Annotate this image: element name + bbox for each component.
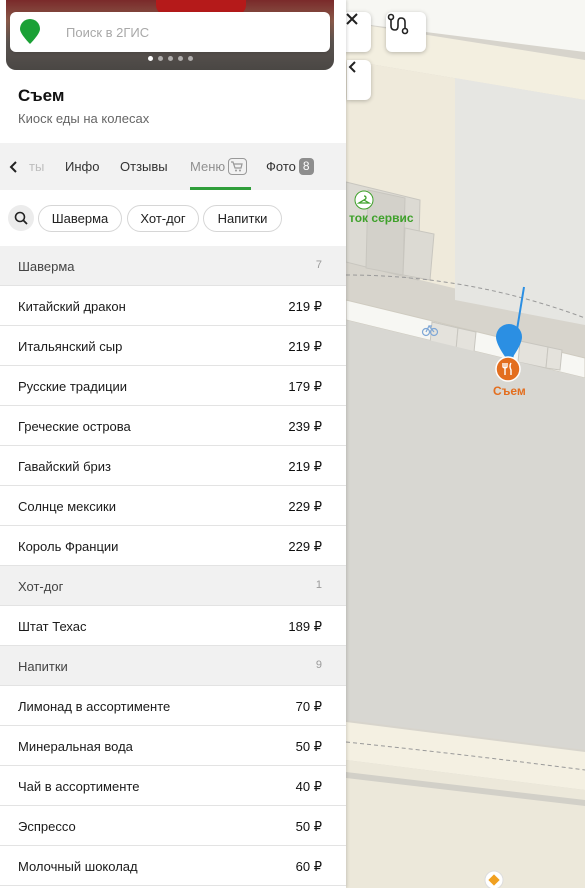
- search-input[interactable]: Поиск в 2ГИС: [50, 25, 149, 40]
- menu-item[interactable]: Гавайский бриз 219 ₽: [0, 446, 346, 486]
- menu-section-header[interactable]: Хот-дог 1: [0, 566, 346, 606]
- section-count: 7: [315, 259, 322, 271]
- route-button[interactable]: [386, 12, 426, 52]
- menu-item[interactable]: Штат Техас 189 ₽: [0, 606, 346, 646]
- item-price: 239 ₽: [288, 419, 322, 434]
- route-icon: [387, 13, 409, 35]
- menu-item[interactable]: Солнце мексики 229 ₽: [0, 486, 346, 526]
- tab-photo[interactable]: Фото 8: [266, 143, 314, 190]
- gallery-dot[interactable]: [167, 56, 173, 61]
- photo-count-badge: 8: [298, 158, 314, 176]
- gallery-dot[interactable]: [157, 56, 163, 61]
- tab-bar: ты Инфо Отзывы Меню Фото 8: [0, 143, 346, 190]
- item-name: Молочный шоколад: [18, 859, 138, 874]
- item-price: 229 ₽: [288, 539, 322, 554]
- tab-menu-label: Меню: [190, 159, 226, 174]
- section-count: 1: [315, 579, 322, 591]
- tab-hidden[interactable]: ты: [29, 143, 44, 190]
- item-name: Лимонад в ассортименте: [18, 699, 171, 714]
- item-price: 189 ₽: [288, 619, 322, 634]
- close-icon: [346, 13, 358, 25]
- item-price: 50 ₽: [295, 819, 322, 834]
- section-title: Хот-дог: [18, 579, 64, 594]
- menu-item[interactable]: Король Франции 229 ₽: [0, 526, 346, 566]
- map-label-service[interactable]: ток сервис: [349, 211, 414, 225]
- section-title: Шаверма: [18, 259, 75, 274]
- tab-photo-label: Фото: [266, 159, 296, 174]
- item-name: Русские традиции: [18, 379, 128, 394]
- search-icon: [14, 211, 28, 225]
- item-name: Солнце мексики: [18, 499, 116, 514]
- chip-drinks[interactable]: Напитки: [203, 205, 282, 232]
- tabs-scroll-left[interactable]: [8, 143, 22, 190]
- tab-info[interactable]: Инфо: [65, 143, 99, 190]
- item-price: 229 ₽: [288, 499, 322, 514]
- place-card-panel: Поиск в 2ГИС Съем Киоск еды на колесах т…: [0, 0, 346, 888]
- close-button[interactable]: [345, 12, 371, 52]
- item-name: Греческие острова: [18, 419, 131, 434]
- menu-search-button[interactable]: [8, 205, 34, 231]
- menu-item[interactable]: Итальянский сыр 219 ₽: [0, 326, 346, 366]
- item-price: 219 ₽: [288, 299, 322, 314]
- menu-item[interactable]: Русские традиции 179 ₽: [0, 366, 346, 406]
- menu-item[interactable]: Лимонад в ассортименте 70 ₽: [0, 686, 346, 726]
- item-price: 219 ₽: [288, 339, 322, 354]
- gallery-dot[interactable]: [177, 56, 183, 61]
- bicycle-icon: [421, 324, 439, 337]
- chip-hotdog[interactable]: Хот-дог: [127, 205, 199, 232]
- fork-knife-icon[interactable]: [495, 356, 521, 382]
- search-bar[interactable]: Поиск в 2ГИС: [10, 12, 330, 52]
- collapse-panel-button[interactable]: [347, 60, 371, 100]
- menu-list: Шаверма 7 Китайский дракон 219 ₽ Итальянс…: [0, 246, 346, 886]
- item-name: Эспрессо: [18, 819, 76, 834]
- section-title: Напитки: [18, 659, 68, 674]
- section-count: 9: [315, 659, 322, 671]
- item-name: Чай в ассортименте: [18, 779, 140, 794]
- item-name: Итальянский сыр: [18, 339, 123, 354]
- 2gis-logo-icon: [20, 19, 40, 44]
- map-poi-label[interactable]: Съем: [493, 384, 526, 398]
- item-price: 179 ₽: [288, 379, 322, 394]
- menu-item[interactable]: Эспрессо 50 ₽: [0, 806, 346, 846]
- menu-section-header[interactable]: Напитки 9: [0, 646, 346, 686]
- menu-filter-chips: Шаверма Хот-дог Напитки: [0, 190, 346, 246]
- item-name: Король Франции: [18, 539, 119, 554]
- place-category: Киоск еды на колесах: [18, 111, 150, 126]
- tab-reviews[interactable]: Отзывы: [120, 143, 168, 190]
- gallery-dot[interactable]: [187, 56, 193, 61]
- item-price: 70 ₽: [295, 699, 322, 714]
- menu-item[interactable]: Минеральная вода 50 ₽: [0, 726, 346, 766]
- menu-item[interactable]: Греческие острова 239 ₽: [0, 406, 346, 446]
- item-price: 219 ₽: [288, 459, 322, 474]
- item-price: 50 ₽: [295, 739, 322, 754]
- cart-icon: [228, 158, 248, 176]
- item-price: 40 ₽: [295, 779, 322, 794]
- logo-icon[interactable]: [10, 12, 50, 52]
- tab-menu[interactable]: Меню: [190, 143, 248, 190]
- place-title: Съем: [18, 86, 65, 105]
- hanger-icon: [354, 190, 374, 210]
- chevron-left-icon: [9, 161, 17, 174]
- menu-item[interactable]: Чай в ассортименте 40 ₽: [0, 766, 346, 806]
- item-name: Минеральная вода: [18, 739, 133, 754]
- item-name: Китайский дракон: [18, 299, 126, 314]
- cart-glyph: [231, 161, 243, 172]
- chevron-left-icon: [348, 61, 356, 73]
- gallery-dot[interactable]: [147, 56, 153, 61]
- item-name: Гавайский бриз: [18, 459, 112, 474]
- menu-item[interactable]: Китайский дракон 219 ₽: [0, 286, 346, 326]
- item-name: Штат Техас: [18, 619, 87, 634]
- chip-shawarma[interactable]: Шаверма: [38, 205, 122, 232]
- item-price: 60 ₽: [295, 859, 322, 874]
- menu-item[interactable]: Молочный шоколад 60 ₽: [0, 846, 346, 886]
- menu-section-header[interactable]: Шаверма 7: [0, 246, 346, 286]
- gallery-pagination: [6, 56, 334, 61]
